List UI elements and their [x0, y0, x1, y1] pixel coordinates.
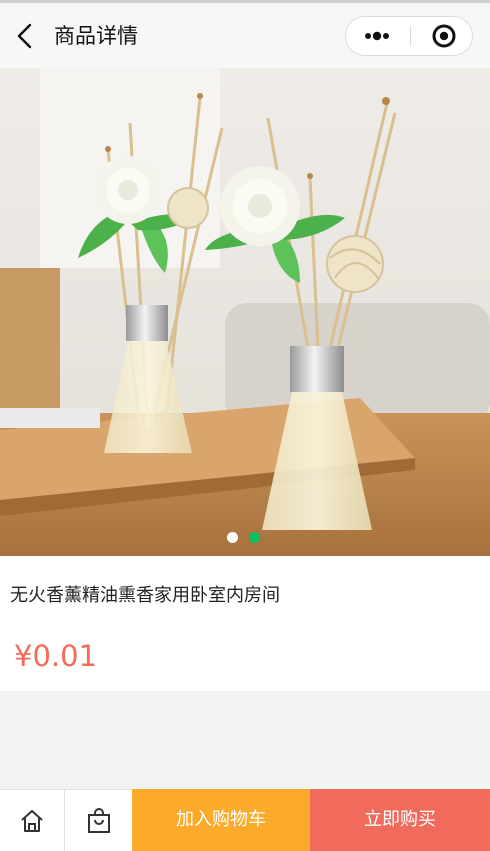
- more-button[interactable]: [346, 17, 410, 55]
- mini-program-capsule: [345, 16, 473, 56]
- more-dots-icon: [365, 31, 389, 41]
- back-button[interactable]: [14, 21, 36, 51]
- close-button[interactable]: [411, 17, 473, 55]
- navigation-bar: 商品详情: [0, 3, 490, 69]
- product-name: 无火香薰精油熏香家用卧室内房间: [10, 585, 280, 606]
- shop-button[interactable]: [66, 790, 132, 851]
- carousel-dot-2[interactable]: [249, 532, 260, 543]
- page-title: 商品详情: [54, 24, 138, 48]
- chevron-left-icon: [17, 23, 32, 49]
- home-icon: [21, 810, 43, 832]
- buy-now-button[interactable]: 立即购买: [310, 789, 490, 851]
- bottom-action-bar: 加入购物车 立即购买: [0, 789, 490, 851]
- carousel-indicator: [0, 532, 490, 544]
- target-circle-icon: [432, 24, 456, 48]
- product-image-carousel[interactable]: [0, 68, 490, 556]
- product-price: ¥0.01: [14, 639, 98, 673]
- shopping-bag-icon: [88, 808, 110, 833]
- home-button[interactable]: [0, 790, 65, 851]
- product-photo: [0, 68, 490, 556]
- product-info-card: 无火香薰精油熏香家用卧室内房间 ¥0.01: [0, 556, 490, 691]
- add-to-cart-button[interactable]: 加入购物车: [132, 789, 310, 851]
- carousel-dot-1[interactable]: [227, 532, 238, 543]
